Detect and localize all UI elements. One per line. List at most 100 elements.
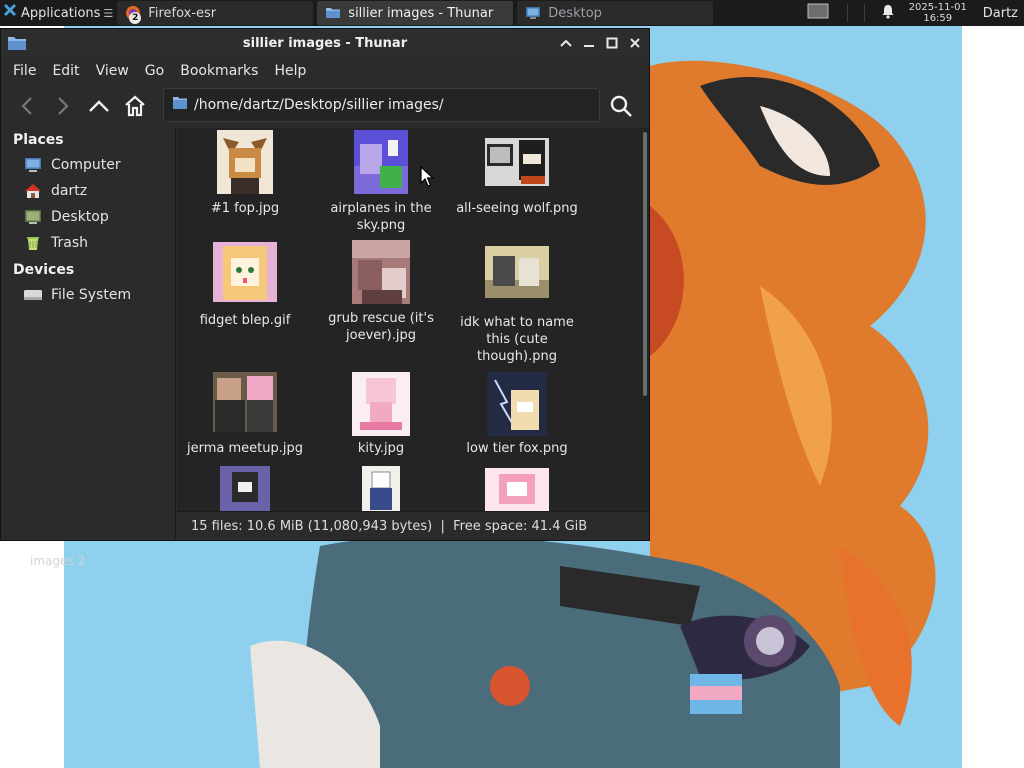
- task-label: Firefox-esr: [148, 5, 217, 21]
- file-name: fidget blep.gif: [199, 313, 291, 328]
- location-path: /home/dartz/Desktop/sillier images/: [194, 97, 444, 113]
- menu-view[interactable]: View: [88, 63, 137, 79]
- user-menu[interactable]: Dartz: [973, 6, 1024, 21]
- image-thumbnail: [362, 466, 400, 511]
- file-item[interactable]: fidget blep.gif: [177, 242, 313, 329]
- sidebar-item-trash[interactable]: Trash: [1, 230, 175, 256]
- image-thumbnail: [213, 372, 277, 432]
- home-button[interactable]: [117, 88, 153, 124]
- sidebar-item-desktop[interactable]: Desktop: [1, 204, 175, 230]
- file-name: grub rescue (it's: [328, 311, 434, 326]
- sidebar-item-computer[interactable]: Computer: [1, 152, 175, 178]
- file-name: idk what to name: [460, 315, 574, 330]
- image-thumbnail: [220, 466, 270, 511]
- trash-icon: [23, 234, 43, 252]
- sidebar-item-dartz[interactable]: dartz: [1, 178, 175, 204]
- menu-file[interactable]: File: [5, 63, 44, 79]
- forward-button[interactable]: [45, 88, 81, 124]
- clock[interactable]: 2025-11-01 16:59: [903, 2, 973, 24]
- file-item[interactable]: low tier fox.png: [449, 372, 585, 457]
- sidebar-item-label: Desktop: [51, 209, 109, 225]
- parent-folder-button[interactable]: [81, 88, 117, 124]
- drive-icon: [23, 286, 43, 304]
- menu-bookmarks[interactable]: Bookmarks: [172, 63, 266, 79]
- monitor-icon: [525, 5, 541, 21]
- location-bar[interactable]: /home/dartz/Desktop/sillier images/: [163, 88, 600, 122]
- panel-separator: [846, 4, 848, 22]
- menu-edit[interactable]: Edit: [44, 63, 87, 79]
- computer-icon: [23, 156, 43, 174]
- desktop-icon: [23, 208, 43, 226]
- maximize-button[interactable]: [604, 34, 620, 52]
- title-bar[interactable]: sillier images - Thunar: [1, 29, 649, 58]
- home-icon: [125, 95, 145, 117]
- file-item[interactable]: [177, 466, 313, 511]
- menu-bar: File Edit View Go Bookmarks Help: [1, 58, 649, 84]
- task-desktop[interactable]: Desktop: [517, 1, 714, 25]
- sidebar-item-file-system[interactable]: File System: [1, 282, 175, 308]
- file-name-cont: sky.png: [356, 218, 406, 233]
- file-item[interactable]: grub rescue (it's joever).jpg: [313, 240, 449, 344]
- image-thumbnail: [352, 240, 410, 304]
- up-arrow-icon: [89, 100, 109, 112]
- home-icon: [23, 182, 43, 200]
- folder-icon: [172, 96, 188, 114]
- file-item[interactable]: [449, 468, 585, 511]
- thunar-window: sillier images - Thunar File Edit View G…: [0, 28, 650, 541]
- status-text: 15 files: 10.6 MiB (11,080,943 bytes) | …: [191, 518, 588, 534]
- minimize-button[interactable]: [581, 34, 597, 52]
- menu-go[interactable]: Go: [137, 63, 172, 79]
- status-bar: 15 files: 10.6 MiB (11,080,943 bytes) | …: [177, 511, 649, 540]
- file-name: jerma meetup.jpg: [187, 441, 303, 456]
- file-item[interactable]: kity.jpg: [313, 372, 449, 457]
- side-pane: Places Computer dartz Desktop Trash Devi: [1, 128, 176, 540]
- applications-menu[interactable]: Applications ☰: [0, 0, 117, 26]
- window-controls: [558, 34, 643, 52]
- file-name-cont: joever).jpg: [346, 328, 416, 343]
- workspace-switcher[interactable]: [807, 3, 829, 23]
- sidebar-item-label: File System: [51, 287, 132, 303]
- applications-label: Applications: [21, 5, 101, 21]
- notification-bell-icon[interactable]: [881, 4, 895, 23]
- devices-heading: Devices: [13, 262, 75, 278]
- folder-app-icon[interactable]: [7, 35, 27, 55]
- file-item[interactable]: [313, 466, 449, 511]
- forward-arrow-icon: [58, 97, 69, 115]
- file-item[interactable]: all-seeing wolf.png: [449, 130, 585, 217]
- back-arrow-icon: [21, 97, 32, 115]
- sidebar-item-label: Trash: [51, 235, 88, 251]
- file-name-cont: this (cute: [486, 332, 548, 347]
- toolbar: /home/dartz/Desktop/sillier images/: [1, 84, 649, 128]
- file-icon-view[interactable]: #1 fop.jpg airplanes in the sky.png all-…: [177, 128, 641, 511]
- image-thumbnail: [487, 372, 547, 436]
- image-thumbnail: [485, 246, 549, 298]
- file-name: low tier fox.png: [466, 441, 568, 456]
- file-item[interactable]: #1 fop.jpg: [177, 130, 313, 217]
- places-heading: Places: [13, 132, 64, 148]
- task-firefox[interactable]: 2 Firefox-esr: [117, 1, 314, 25]
- desktop-icon-label[interactable]: images 2: [30, 554, 85, 568]
- image-thumbnail: [354, 130, 408, 194]
- shade-button[interactable]: [558, 34, 574, 52]
- clock-time: 16:59: [923, 13, 953, 24]
- menu-help[interactable]: Help: [266, 63, 314, 79]
- close-button[interactable]: [627, 34, 643, 52]
- window-count-badge: 2: [129, 12, 142, 24]
- vertical-scrollbar[interactable]: [641, 128, 649, 511]
- file-name: airplanes in the: [330, 201, 432, 216]
- file-item[interactable]: idk what to name this (cute though).png: [449, 246, 585, 365]
- menu-icon: ☰: [103, 6, 114, 20]
- file-name: all-seeing wolf.png: [456, 201, 578, 216]
- task-thunar[interactable]: sillier images - Thunar: [317, 1, 514, 25]
- task-label: Desktop: [548, 5, 602, 21]
- search-button[interactable]: [605, 90, 637, 122]
- xfce-logo-icon: [2, 3, 18, 23]
- image-thumbnail: [352, 372, 410, 436]
- scrollbar-thumb[interactable]: [643, 132, 647, 396]
- image-thumbnail: [217, 130, 273, 194]
- clock-date: 2025-11-01: [908, 2, 967, 13]
- back-button[interactable]: [9, 88, 45, 124]
- image-thumbnail: [485, 468, 549, 511]
- file-item[interactable]: jerma meetup.jpg: [177, 372, 313, 457]
- folder-icon: [325, 5, 341, 21]
